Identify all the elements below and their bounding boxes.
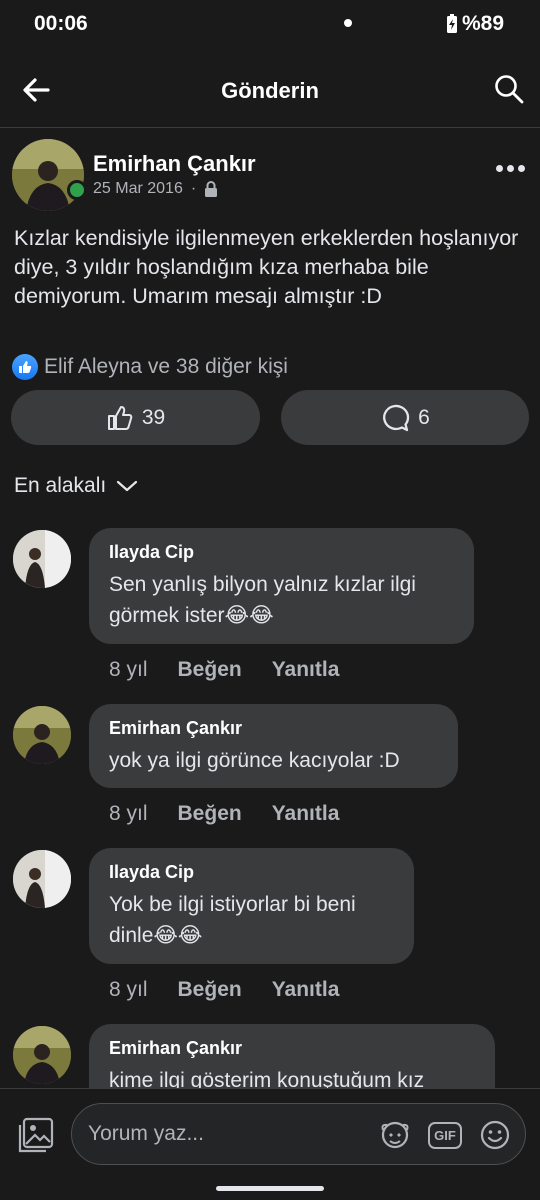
comment-input[interactable]: Yorum yaz... GIF [71, 1103, 526, 1165]
comment-author[interactable]: Emirhan Çankır [109, 1038, 475, 1059]
page-title: Gönderin [221, 78, 319, 103]
comment-author[interactable]: Ilayda Cip [109, 542, 454, 563]
comment-reply-button[interactable]: Yanıtla [272, 658, 340, 682]
commenter-avatar[interactable] [13, 1026, 71, 1084]
comment-button[interactable]: 6 [281, 390, 529, 445]
comment-bubble[interactable]: Ilayda Cip Yok be ilgi istiyorlar bi ben… [89, 848, 414, 964]
comment-actions: 8 yıl Beğen Yanıtla [109, 802, 339, 826]
comment-bubble-icon [383, 404, 410, 431]
comment-time: 8 yıl [109, 658, 148, 681]
meta-separator: · [190, 180, 197, 197]
online-status-dot [67, 180, 87, 200]
comment-composer: Yorum yaz... GIF [0, 1088, 540, 1200]
emoji-icon[interactable] [478, 1118, 512, 1152]
status-bar: 00:06 %89 [0, 0, 540, 48]
comment-reply-button[interactable]: Yanıtla [272, 978, 340, 1002]
chevron-down-icon [117, 480, 138, 492]
comment-text: Yok be ilgi istiyorlar bi beni dinle😂😂 [109, 893, 356, 947]
comment-text: Sen yanlış bilyon yalnız kızlar ilgi gör… [109, 573, 416, 627]
gif-button[interactable]: GIF [428, 1118, 462, 1152]
comment-text: yok ya ilgi görünce kacıyolar :D [109, 749, 400, 772]
search-icon[interactable] [494, 74, 524, 104]
like-count: 39 [141, 405, 166, 429]
sort-label: En alakalı [14, 474, 107, 497]
status-time: 00:06 [34, 12, 88, 35]
comment-input-placeholder: Yorum yaz... [88, 1122, 204, 1145]
post-author-name[interactable]: Emirhan Çankır [93, 151, 256, 177]
battery-level: %89 [462, 12, 505, 35]
comment-author[interactable]: Ilayda Cip [109, 862, 394, 883]
battery-charging-icon [447, 14, 457, 33]
commenter-avatar[interactable] [13, 706, 71, 764]
like-reaction-icon [12, 354, 38, 380]
reactions-text: Elif Aleyna ve 38 diğer kişi [44, 355, 288, 378]
battery-indicator: %89 [446, 12, 504, 36]
lock-icon [205, 181, 218, 197]
post-body: Kızlar kendisiyle ilgilenmeyen erkeklerd… [14, 226, 519, 308]
comment-actions: 8 yıl Beğen Yanıtla [109, 658, 339, 682]
comment-bubble[interactable]: Ilayda Cip Sen yanlış bilyon yalnız kızl… [89, 528, 474, 644]
post-author-avatar[interactable] [12, 139, 84, 211]
commenter-avatar[interactable] [13, 850, 71, 908]
comment-actions: 8 yıl Beğen Yanıtla [109, 978, 339, 1002]
comment-time: 8 yıl [109, 802, 148, 825]
more-options-icon[interactable] [496, 158, 530, 178]
comment-author[interactable]: Emirhan Çankır [109, 718, 438, 739]
comment-like-button[interactable]: Beğen [178, 658, 242, 682]
reactions-summary[interactable]: Elif Aleyna ve 38 diğer kişi [12, 354, 288, 380]
post-date[interactable]: 25 Mar 2016 [93, 180, 183, 198]
comment-bubble[interactable]: Emirhan Çankır yok ya ilgi görünce kacıy… [89, 704, 458, 788]
post-meta: 25 Mar 2016 · [93, 180, 218, 198]
thumbs-up-icon [107, 405, 133, 430]
comment-like-button[interactable]: Beğen [178, 802, 242, 826]
home-indicator[interactable] [216, 1186, 324, 1191]
notification-dot [344, 19, 352, 27]
gif-label: GIF [428, 1121, 462, 1149]
photo-gallery-icon[interactable] [18, 1117, 54, 1153]
comment-reply-button[interactable]: Yanıtla [272, 802, 340, 826]
comment-count: 6 [418, 405, 430, 429]
app-bar: Gönderin [0, 50, 540, 128]
comment-like-button[interactable]: Beğen [178, 978, 242, 1002]
like-button[interactable]: 39 [11, 390, 260, 445]
comment-time: 8 yıl [109, 978, 148, 1001]
comment-sort-dropdown[interactable]: En alakalı [14, 474, 138, 498]
commenter-avatar[interactable] [13, 530, 71, 588]
avatar-sticker-icon[interactable] [378, 1118, 412, 1152]
